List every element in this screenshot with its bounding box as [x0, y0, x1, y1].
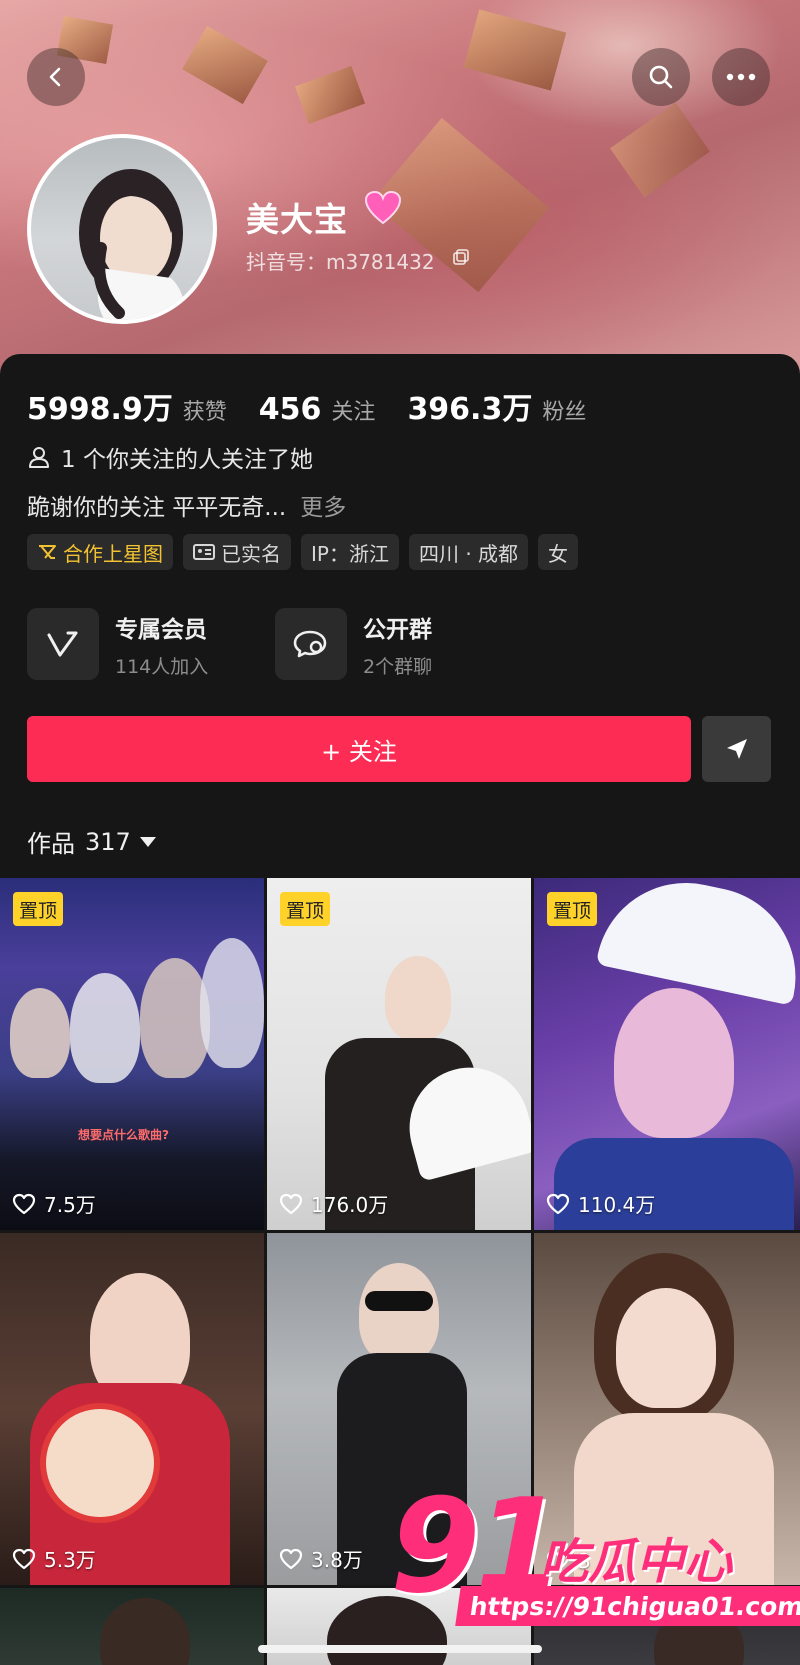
follow-button[interactable]: + 关注: [27, 716, 691, 782]
video-likes: 176.0万: [279, 1189, 388, 1218]
watermark-logo-text: 吃瓜中心: [540, 1534, 733, 1590]
heart-outline-icon: [279, 1548, 303, 1569]
tag-label: IP：浙江: [311, 541, 389, 566]
tag-location: 四川 · 成都: [408, 534, 529, 570]
video-caption: 想要点什么歌曲?: [78, 1128, 169, 1142]
thumbnail-figure: [40, 1403, 160, 1523]
star-map-icon: [39, 545, 56, 559]
tag-xingtu[interactable]: 合作上星图: [27, 534, 173, 570]
send-icon: [726, 739, 747, 759]
chevron-left-icon: [49, 67, 61, 87]
video-tile[interactable]: 置顶 110.4万: [534, 878, 800, 1230]
id-card-icon: [193, 544, 215, 560]
tag-label: 合作上星图: [63, 541, 163, 566]
thumbnail-figure: [70, 973, 140, 1083]
douyin-id: 抖音号：m3781432: [246, 250, 435, 274]
likes-count: 5998.9万: [27, 392, 173, 427]
profile-name: 美大宝: [246, 200, 348, 239]
thumbnail-figure: [10, 988, 70, 1078]
thumbnail-figure: [365, 1291, 433, 1311]
video-likes-count: 176.0万: [311, 1193, 389, 1217]
share-button[interactable]: [702, 716, 771, 782]
member-title: 专属会员: [115, 616, 207, 643]
video-likes-count: 5.3万: [44, 1548, 96, 1572]
group-subtitle: 2个群聊: [363, 655, 433, 678]
likes-label: 获赞: [182, 400, 227, 425]
heart-outline-icon: [12, 1193, 36, 1214]
member-subtitle: 114人加入: [115, 655, 209, 678]
heart-outline-icon: [12, 1548, 36, 1569]
tag-label: 四川 · 成都: [418, 541, 519, 566]
chat-bubbles-icon: [293, 630, 327, 658]
tag-ip: IP：浙江: [301, 534, 399, 570]
group-icon-box: [275, 608, 347, 680]
following-label[interactable]: 关注: [331, 394, 375, 426]
banner-decoration: [463, 9, 567, 91]
banner-decoration: [182, 25, 268, 105]
video-likes: 7.5万: [12, 1189, 96, 1218]
bio-text: 跪谢你的关注 平平无奇...: [27, 495, 287, 521]
video-tile[interactable]: [0, 1588, 264, 1665]
banner-decoration: [294, 65, 366, 125]
v-member-icon: [47, 631, 78, 657]
back-button[interactable]: [27, 48, 85, 106]
bio: 跪谢你的关注 平平无奇... 更多: [27, 488, 346, 522]
pinned-badge: 置顶: [280, 892, 331, 926]
video-likes-count: 3.8万: [311, 1548, 363, 1572]
more-button[interactable]: [712, 48, 770, 106]
works-count: 317: [85, 827, 131, 856]
tab-works[interactable]: 作品 317: [27, 824, 157, 859]
thumbnail-figure: [100, 1598, 190, 1665]
works-label: 作品: [27, 830, 75, 858]
thumbnail-figure: [359, 1263, 439, 1363]
profile-stats: 5998.9万 获赞 456 关注 396.3万 粉丝: [27, 384, 618, 428]
member-icon-box: [27, 608, 99, 680]
tag-verified[interactable]: 已实名: [183, 534, 291, 570]
copy-icon[interactable]: [452, 248, 470, 266]
exclusive-member[interactable]: 专属会员 114人加入: [27, 608, 208, 680]
heart-outline-icon: [279, 1193, 303, 1214]
search-icon: [649, 65, 673, 89]
mutual-follow-text: 1 个你关注的人关注了她: [61, 447, 313, 473]
tag-label: 女: [548, 541, 569, 566]
thumbnail-figure: [614, 988, 734, 1138]
bio-more-link[interactable]: 更多: [300, 495, 346, 521]
video-tile[interactable]: 置顶 176.0万: [267, 878, 531, 1230]
heart-outline-icon: [546, 1193, 570, 1214]
home-indicator[interactable]: [258, 1645, 542, 1653]
pinned-badge: 置顶: [547, 892, 598, 926]
following-count[interactable]: 456: [259, 392, 322, 427]
watermark-url: https://91chigua01.com: [455, 1586, 800, 1626]
thumbnail-figure: [595, 878, 800, 1006]
search-button[interactable]: [632, 48, 690, 106]
person-icon: [29, 447, 49, 468]
video-likes: 5.3万: [12, 1544, 96, 1573]
followers-label[interactable]: 粉丝: [542, 394, 586, 426]
avatar-portrait: [79, 169, 185, 320]
caret-down-icon: [139, 836, 156, 847]
profile-tags: 合作上星图 已实名 IP：浙江 四川 · 成都 女: [27, 534, 579, 570]
video-tile[interactable]: 想要点什么歌曲? 置顶 7.5万: [0, 878, 264, 1230]
thumbnail-figure: [385, 956, 451, 1040]
video-likes-count: 110.4万: [578, 1193, 656, 1217]
more-dots-icon: [726, 73, 756, 81]
pink-heart-icon: [364, 190, 402, 225]
avatar[interactable]: [27, 134, 217, 324]
video-tile[interactable]: 5.3万: [0, 1233, 264, 1585]
banner-decoration: [610, 102, 710, 198]
tag-label: 已实名: [221, 541, 281, 566]
tag-gender: 女: [538, 534, 579, 570]
video-likes: 3.8万: [279, 1544, 363, 1573]
thumbnail-figure: [616, 1288, 716, 1408]
mutual-follow[interactable]: 1 个你关注的人关注了她: [27, 440, 313, 474]
public-group[interactable]: 公开群 2个群聊: [275, 608, 432, 680]
pinned-badge: 置顶: [13, 892, 64, 926]
video-likes-count: 7.5万: [44, 1193, 96, 1217]
group-title: 公开群: [363, 616, 432, 643]
video-likes: 110.4万: [546, 1189, 655, 1218]
followers-count[interactable]: 396.3万: [407, 384, 532, 428]
thumbnail-figure: [200, 938, 264, 1068]
